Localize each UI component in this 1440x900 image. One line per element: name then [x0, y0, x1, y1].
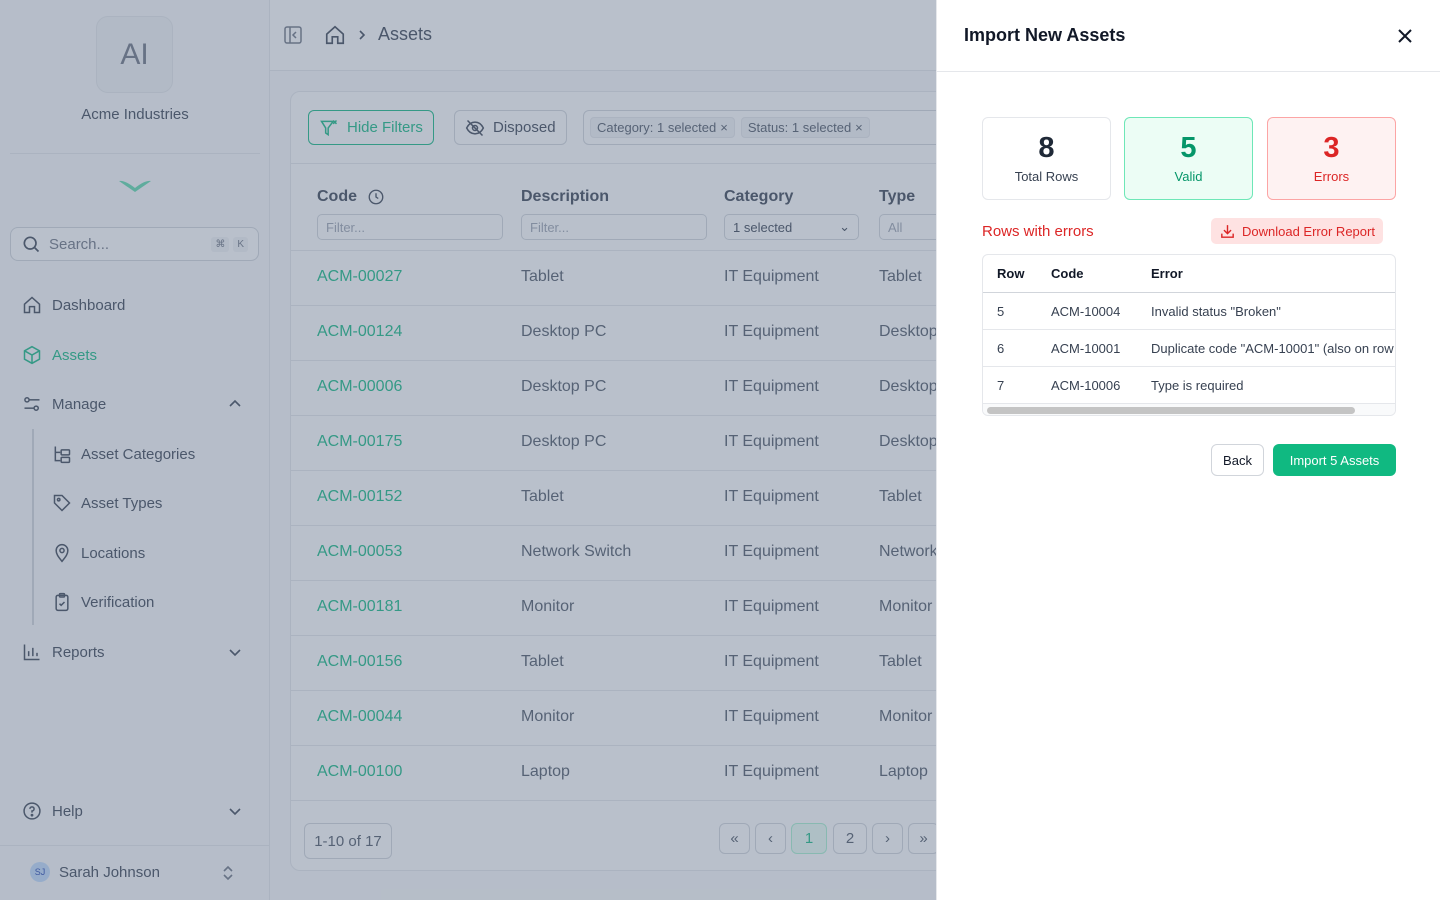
cell-row: 7 [997, 378, 1005, 393]
drawer-header: Import New Assets [937, 0, 1440, 72]
cell-code: ACM-10006 [1051, 378, 1121, 393]
import-drawer: Import New Assets 8 Total Rows 5 Valid 3… [936, 0, 1440, 900]
column-header-error: Error [1151, 266, 1183, 281]
cell-row: 6 [997, 341, 1005, 356]
errors-heading: Rows with errors [982, 223, 1094, 240]
stat-errors: 3 Errors [1267, 117, 1396, 200]
scrollbar-thumb[interactable] [987, 407, 1355, 414]
error-row: 7 ACM-10006 Type is required [983, 367, 1395, 404]
drawer-title: Import New Assets [964, 25, 1126, 45]
download-icon [1221, 224, 1234, 238]
error-table-header: Row Code Error [983, 255, 1395, 293]
stat-value: 8 [1038, 132, 1055, 164]
column-header-row: Row [997, 266, 1025, 281]
stat-label: Total Rows [1014, 169, 1079, 184]
error-row: 5 ACM-10004 Invalid status "Broken" [983, 293, 1395, 330]
cell-error: Type is required [1151, 378, 1244, 393]
cell-error: Invalid status "Broken" [1151, 304, 1281, 319]
stat-label: Valid [1174, 169, 1203, 184]
cell-code: ACM-10004 [1051, 304, 1121, 319]
error-table: Row Code Error 5 ACM-10004 Invalid status … [982, 254, 1396, 416]
column-header-code: Code [1051, 266, 1084, 281]
cell-error: Duplicate code "ACM-10001" (also on row [1151, 341, 1394, 356]
stat-label: Errors [1313, 169, 1350, 184]
cell-row: 5 [997, 304, 1005, 319]
cell-code: ACM-10001 [1051, 341, 1121, 356]
stat-valid: 5 Valid [1124, 117, 1253, 200]
stat-value: 5 [1180, 132, 1197, 164]
import-button[interactable]: Import 5 Assets [1273, 444, 1396, 476]
close-icon [1398, 29, 1412, 43]
download-label: Download Error Report [1242, 223, 1375, 239]
download-error-report-button[interactable]: Download Error Report [1211, 218, 1383, 244]
stat-total-rows: 8 Total Rows [982, 117, 1111, 200]
modal-overlay[interactable] [0, 0, 936, 900]
close-button[interactable] [1393, 24, 1417, 48]
horizontal-scrollbar[interactable] [983, 404, 1395, 415]
error-row: 6 ACM-10001 Duplicate code "ACM-10001" (al… [983, 330, 1395, 367]
back-button[interactable]: Back [1211, 444, 1264, 476]
stat-value: 3 [1323, 132, 1340, 164]
